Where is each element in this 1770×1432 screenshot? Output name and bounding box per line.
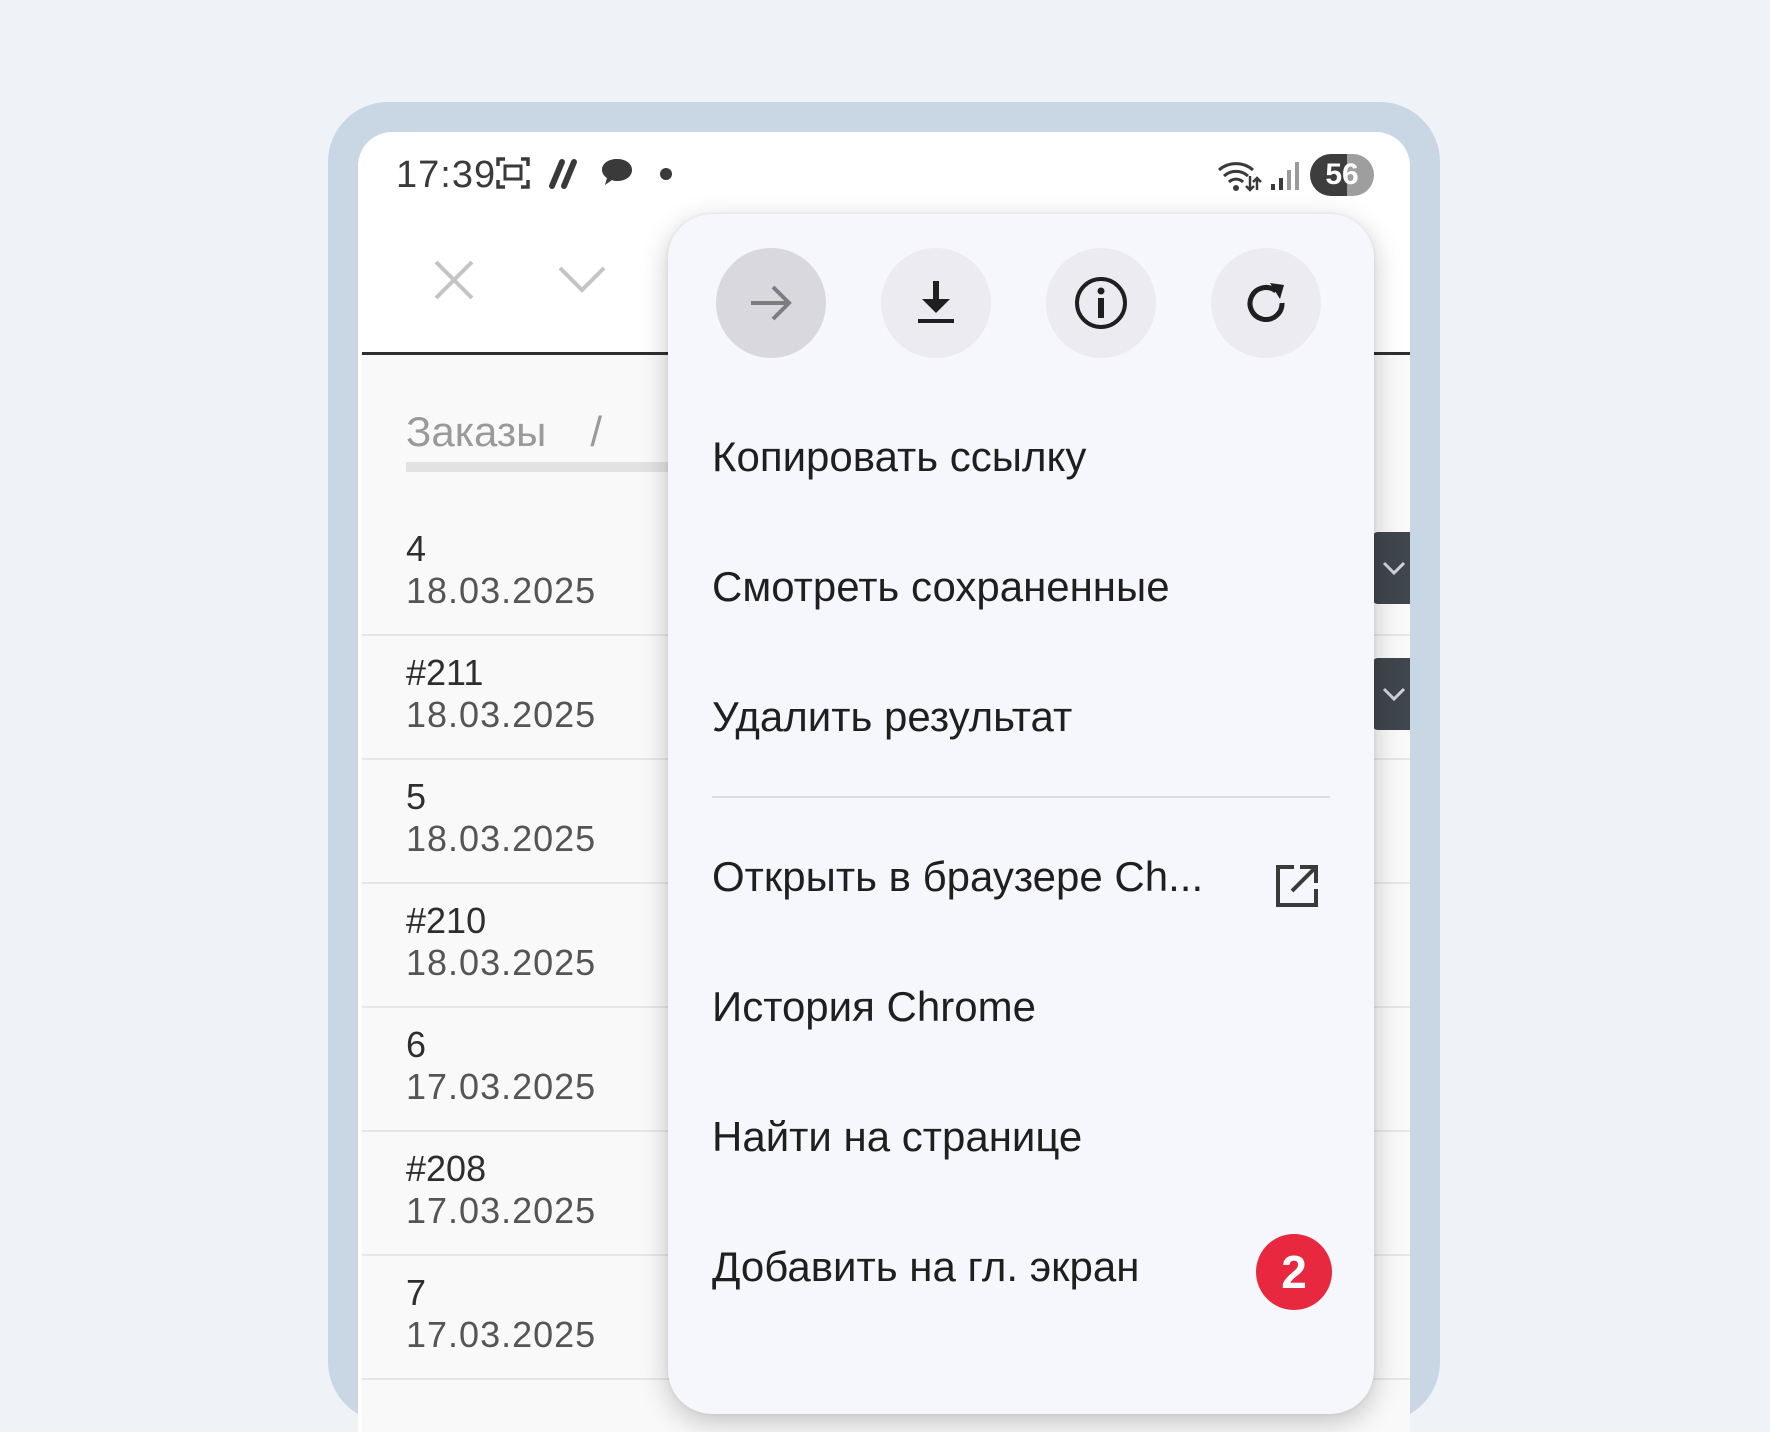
status-bar: 17:39 56 [358, 132, 1410, 212]
order-number: 6 [406, 1024, 427, 1065]
forward-button[interactable] [716, 248, 826, 358]
step-badge: 2 [1256, 1234, 1332, 1310]
menu-icon-row [716, 248, 1336, 358]
breadcrumb-orders[interactable]: Заказы [406, 408, 546, 455]
slashes-icon [546, 154, 586, 194]
menu-divider [712, 796, 1330, 798]
open-external-icon [1272, 852, 1322, 907]
menu-item-add-to-home[interactable]: Добавить на гл. экран [712, 1222, 1332, 1312]
chevron-down-icon[interactable] [554, 256, 610, 304]
order-date: 17.03.2025 [406, 1314, 597, 1355]
download-button[interactable] [881, 248, 991, 358]
order-date: 18.03.2025 [406, 818, 597, 859]
order-number: 5 [406, 776, 427, 817]
menu-item-open-in-chrome[interactable]: Открыть в браузере Ch... [712, 832, 1332, 922]
menu-item-label: Открыть в браузере Ch... [712, 853, 1204, 900]
order-number: #210 [406, 900, 487, 941]
battery-indicator: 56 [1310, 154, 1374, 196]
dot-icon [658, 154, 698, 194]
order-date: 18.03.2025 [406, 942, 597, 983]
screenshot-icon [494, 154, 534, 194]
order-date: 17.03.2025 [406, 1066, 597, 1107]
order-number: #211 [406, 652, 484, 693]
wifi-icon [1216, 154, 1262, 194]
refresh-button[interactable] [1211, 248, 1321, 358]
info-button[interactable] [1046, 248, 1156, 358]
order-date: 18.03.2025 [406, 694, 597, 735]
chevron-down-icon [1382, 687, 1406, 702]
breadcrumb-separator: / [590, 408, 603, 455]
menu-item-chrome-history[interactable]: История Chrome [712, 962, 1332, 1052]
menu-item-find-on-page[interactable]: Найти на странице [712, 1092, 1332, 1182]
signal-icon [1268, 154, 1308, 194]
info-icon [1075, 277, 1127, 329]
breadcrumb: Заказы / [406, 408, 602, 456]
row-expand-button[interactable] [1372, 532, 1410, 604]
refresh-icon [1247, 283, 1285, 322]
order-number: #208 [406, 1148, 487, 1189]
download-icon [918, 281, 954, 323]
close-icon[interactable] [426, 252, 482, 308]
status-time: 17:39 [396, 154, 497, 196]
menu-item-copy-link[interactable]: Копировать ссылку [712, 412, 1332, 502]
row-expand-button[interactable] [1372, 658, 1410, 730]
order-date: 18.03.2025 [406, 570, 597, 611]
order-number: 4 [406, 528, 427, 569]
chevron-down-icon [1382, 561, 1406, 576]
forward-arrow-icon [751, 285, 792, 321]
menu-item-view-saved[interactable]: Смотреть сохраненные [712, 542, 1332, 632]
chat-bubble-icon [598, 154, 638, 194]
overflow-menu: Копировать ссылку Смотреть сохраненные У… [668, 214, 1374, 1414]
order-number: 7 [406, 1272, 427, 1313]
menu-item-delete-result[interactable]: Удалить результат [712, 672, 1332, 762]
order-date: 17.03.2025 [406, 1190, 597, 1231]
